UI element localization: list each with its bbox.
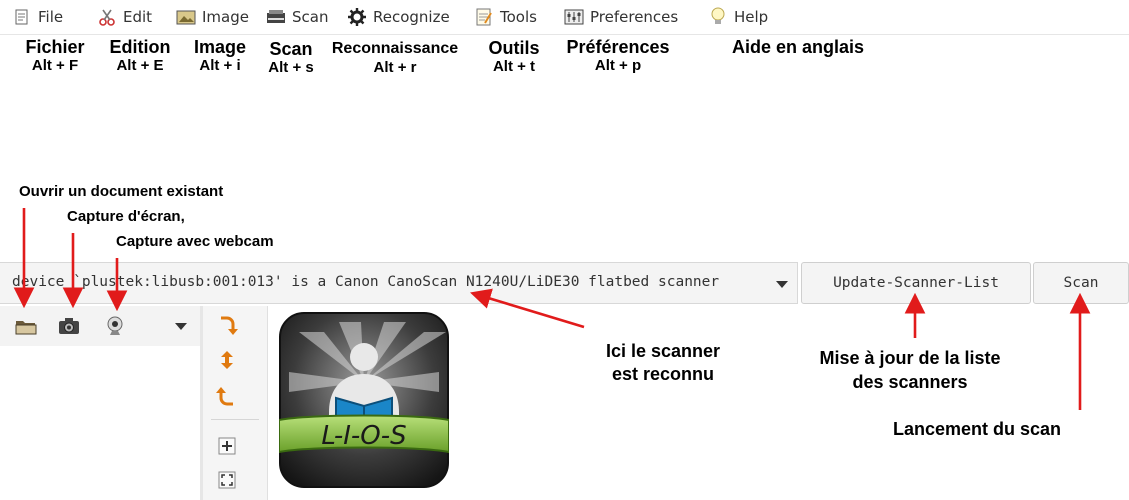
annotation-update-list: Mise à jour de la liste des scanners [819,348,1001,392]
menu-file[interactable]: File [12,6,63,28]
annotation-edit: Edition Alt + E [109,37,171,74]
annotation-webcam: Capture avec webcam [116,233,274,250]
annotation-image: Image Alt + i [193,37,247,74]
menu-scan[interactable]: Scan [266,6,328,28]
gear-icon [347,7,367,27]
annotation-recognize: Reconnaissance Alt + r [331,40,459,76]
scanner-icon [266,7,286,27]
scanner-device-text: device `plustek:libusb:001:013' is a Can… [12,274,720,290]
update-scanner-list-button[interactable]: Update-Scanner-List [801,262,1031,304]
annotation-scan: Scan Alt + s [268,39,314,76]
menu-help[interactable]: Help [708,6,768,28]
annotation-launch-scan: Lancement du scan [893,419,1062,439]
rotate-left-icon[interactable] [215,384,239,408]
menu-tools[interactable]: Tools [474,6,537,28]
annotation-help: Aide en anglais [731,37,865,57]
toolbar-separator [211,419,259,420]
scanner-device-combo[interactable]: device `plustek:libusb:001:013' is a Can… [0,262,798,304]
zoom-in-icon[interactable] [215,434,239,458]
rotate-180-icon[interactable] [215,348,239,372]
scan-button[interactable]: Scan [1033,262,1129,304]
annotation-scanner-recognized: Ici le scanner est reconnu [605,341,721,384]
lightbulb-icon [708,7,728,27]
open-folder-icon[interactable] [13,314,39,338]
menu-image[interactable]: Image [176,6,249,28]
thumbnail-pane [0,346,200,500]
annotation-file: Fichier Alt + F [25,37,85,74]
image-toolbar [203,306,268,500]
lios-logo: L-I-O-S [278,312,450,488]
image-icon [176,7,196,27]
menu-bar: File Edit Image Scan Recognize Tools Pre… [0,0,1129,35]
annotation-screenshot: Capture d'écran, [67,208,185,225]
logo-text: L-I-O-S [321,421,406,451]
rotate-right-icon[interactable] [215,314,239,338]
notepad-icon [474,7,494,27]
scissors-icon [97,7,117,27]
menu-preferences[interactable]: Preferences [564,6,678,28]
menu-recognize[interactable]: Recognize [347,6,450,28]
menu-edit[interactable]: Edit [97,6,152,28]
file-icon [12,7,32,27]
annotation-tools: Outils Alt + t [488,38,540,75]
camera-icon[interactable] [56,314,82,338]
zoom-fit-icon[interactable] [215,468,239,492]
annotation-open-document: Ouvrir un document existant [19,183,224,200]
dropdown-arrow-icon[interactable] [168,314,194,338]
annotation-preferences: Préférences Alt + p [566,37,670,74]
left-toolbar [0,306,200,346]
webcam-icon[interactable] [102,314,128,338]
preferences-icon [564,7,584,27]
chevron-down-icon [775,276,789,290]
